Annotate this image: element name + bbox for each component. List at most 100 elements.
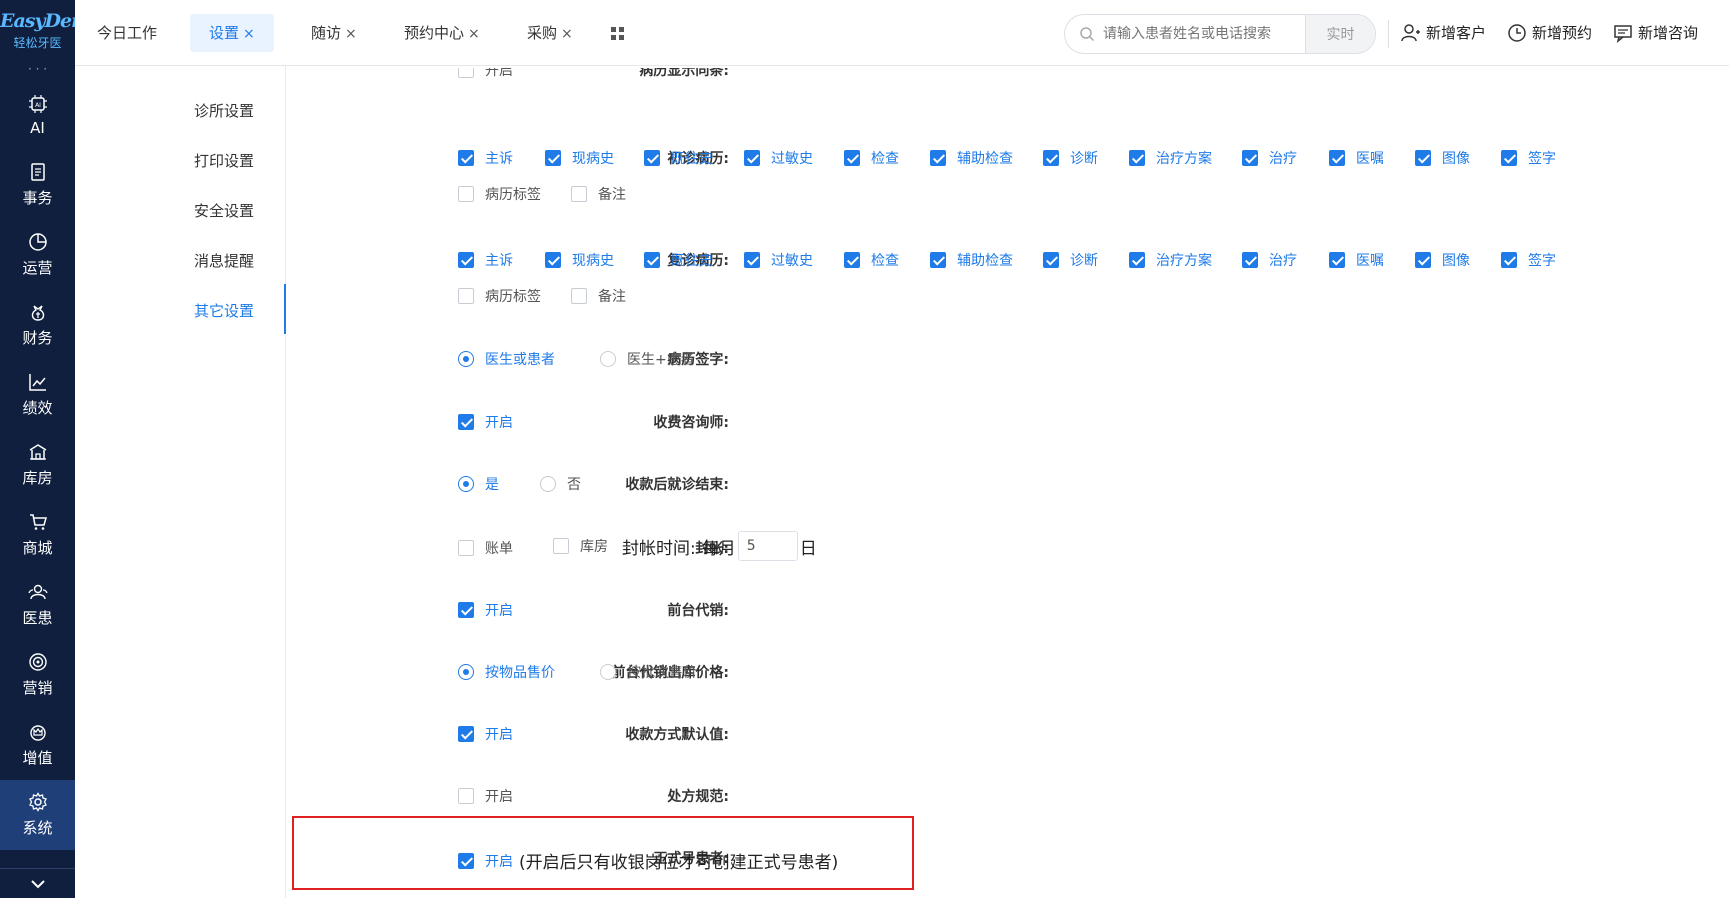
radio[interactable] <box>458 664 474 680</box>
radio-by-batch-price[interactable]: 按批次售价 <box>600 662 697 682</box>
subnav-message-reminder[interactable]: 消息提醒 <box>194 250 254 271</box>
checkbox[interactable] <box>744 150 760 166</box>
radio[interactable] <box>458 351 474 367</box>
add-consult-button[interactable]: 新增咨询 <box>1613 22 1698 43</box>
checkbox[interactable] <box>844 252 860 268</box>
checkbox[interactable] <box>571 186 587 202</box>
checkbox-option[interactable]: 签字 <box>1501 148 1556 168</box>
search-input[interactable] <box>1095 15 1305 53</box>
checkbox[interactable] <box>458 252 474 268</box>
subnav-security-settings[interactable]: 安全设置 <box>194 200 254 221</box>
radio-by-item-price[interactable]: 按物品售价 <box>458 662 555 682</box>
checkbox-option[interactable]: 医嘱 <box>1329 250 1384 270</box>
checkbox[interactable] <box>744 252 760 268</box>
tab-today-work[interactable]: 今日工作 <box>87 14 167 52</box>
radio-no[interactable]: 否 <box>540 474 581 494</box>
checkbox[interactable] <box>545 150 561 166</box>
checkbox[interactable] <box>545 252 561 268</box>
checkbox-option[interactable]: 病历标签 <box>458 286 541 306</box>
nav-item[interactable]: 医患 <box>0 570 75 640</box>
checkbox-option[interactable]: 开启 (开启后只有收银岗位才可创建正式号患者) <box>458 848 838 873</box>
tab-appointment-center[interactable]: 预约中心 × <box>394 14 490 52</box>
radio[interactable] <box>600 351 616 367</box>
collapse-chevron-icon[interactable] <box>0 868 75 898</box>
checkbox-option[interactable]: 现病史 <box>545 250 614 270</box>
checkbox-option[interactable]: 图像 <box>1415 148 1470 168</box>
checkbox[interactable] <box>644 252 660 268</box>
checkbox[interactable] <box>930 252 946 268</box>
radio-yes[interactable]: 是 <box>458 474 499 494</box>
checkbox-option[interactable]: 现病史 <box>545 148 614 168</box>
checkbox[interactable] <box>1242 252 1258 268</box>
add-customer-button[interactable]: 新增客户 <box>1401 22 1486 43</box>
checkbox[interactable] <box>458 68 474 78</box>
nav-item[interactable]: 事务 <box>0 150 75 220</box>
checkbox-option[interactable]: 过敏史 <box>744 148 813 168</box>
checkbox[interactable] <box>458 852 474 869</box>
checkbox[interactable] <box>458 288 474 304</box>
checkbox[interactable] <box>1415 150 1431 166</box>
checkbox-option[interactable]: 医嘱 <box>1329 148 1384 168</box>
checkbox[interactable] <box>1415 252 1431 268</box>
checkbox-option[interactable]: 备注 <box>571 286 626 306</box>
radio[interactable] <box>600 664 616 680</box>
radio-doctor-or-patient[interactable]: 医生或患者 <box>458 349 555 369</box>
checkbox-option[interactable]: 图像 <box>1415 250 1470 270</box>
checkbox[interactable] <box>644 150 660 166</box>
checkbox[interactable] <box>1329 150 1345 166</box>
checkbox-option[interactable]: 诊断 <box>1043 250 1098 270</box>
checkbox-option[interactable]: 检查 <box>844 148 899 168</box>
checkbox[interactable] <box>930 150 946 166</box>
nav-item[interactable]: 系统 <box>0 780 75 850</box>
checkbox-option[interactable]: 既往史 <box>644 148 713 168</box>
checkbox-store[interactable]: 库房 封帐时间: 每月 日 <box>553 531 817 561</box>
nav-item[interactable]: AI AI <box>0 80 75 150</box>
checkbox-option[interactable]: 过敏史 <box>744 250 813 270</box>
seal-day-input[interactable] <box>737 531 798 561</box>
checkbox-option[interactable]: 检查 <box>844 250 899 270</box>
checkbox-option[interactable]: 开启 <box>458 724 513 744</box>
nav-item[interactable]: 增值 <box>0 710 75 780</box>
close-icon[interactable]: × <box>561 26 573 42</box>
subnav-clinic-settings[interactable]: 诊所设置 <box>194 100 254 121</box>
checkbox-option[interactable]: 治疗 <box>1242 148 1297 168</box>
tab-followup[interactable]: 随访 × <box>301 14 367 52</box>
close-icon[interactable]: × <box>243 26 255 42</box>
checkbox[interactable] <box>1043 252 1059 268</box>
checkbox[interactable] <box>1242 150 1258 166</box>
checkbox[interactable] <box>458 150 474 166</box>
checkbox-option[interactable]: 治疗方案 <box>1129 250 1212 270</box>
radio[interactable] <box>540 476 556 492</box>
nav-item[interactable]: 库房 <box>0 430 75 500</box>
nav-item[interactable]: 绩效 <box>0 360 75 430</box>
checkbox-option[interactable]: 既往史 <box>644 250 713 270</box>
realtime-button[interactable]: 实时 <box>1305 15 1375 53</box>
radio-doctor-and-patient[interactable]: 医生+患者 <box>600 349 695 369</box>
checkbox-option[interactable]: 治疗 <box>1242 250 1297 270</box>
checkbox[interactable] <box>1329 252 1345 268</box>
checkbox[interactable] <box>458 540 474 556</box>
checkbox[interactable] <box>1129 252 1145 268</box>
checkbox[interactable] <box>1043 150 1059 166</box>
checkbox[interactable] <box>458 186 474 202</box>
checkbox-option[interactable]: 开启 <box>458 786 513 806</box>
tab-purchase[interactable]: 采购 × <box>517 14 583 52</box>
checkbox-option[interactable]: 病历标签 <box>458 184 541 204</box>
add-appointment-button[interactable]: 新增预约 <box>1507 22 1592 43</box>
checkbox[interactable] <box>458 788 474 804</box>
checkbox[interactable] <box>553 538 569 554</box>
nav-item[interactable]: 商城 <box>0 500 75 570</box>
checkbox-option[interactable]: 开启 <box>458 412 513 432</box>
checkbox-option[interactable]: 签字 <box>1501 250 1556 270</box>
checkbox[interactable] <box>458 602 474 618</box>
nav-item[interactable]: 运营 <box>0 220 75 290</box>
checkbox-option[interactable]: 辅助检查 <box>930 250 1013 270</box>
close-icon[interactable]: × <box>345 26 357 42</box>
checkbox[interactable] <box>458 414 474 430</box>
radio[interactable] <box>458 476 474 492</box>
checkbox-option[interactable]: 开启 <box>458 600 513 620</box>
checkbox[interactable] <box>1501 252 1517 268</box>
checkbox-option[interactable]: 开启 <box>458 68 513 80</box>
checkbox-option[interactable]: 诊断 <box>1043 148 1098 168</box>
checkbox[interactable] <box>571 288 587 304</box>
